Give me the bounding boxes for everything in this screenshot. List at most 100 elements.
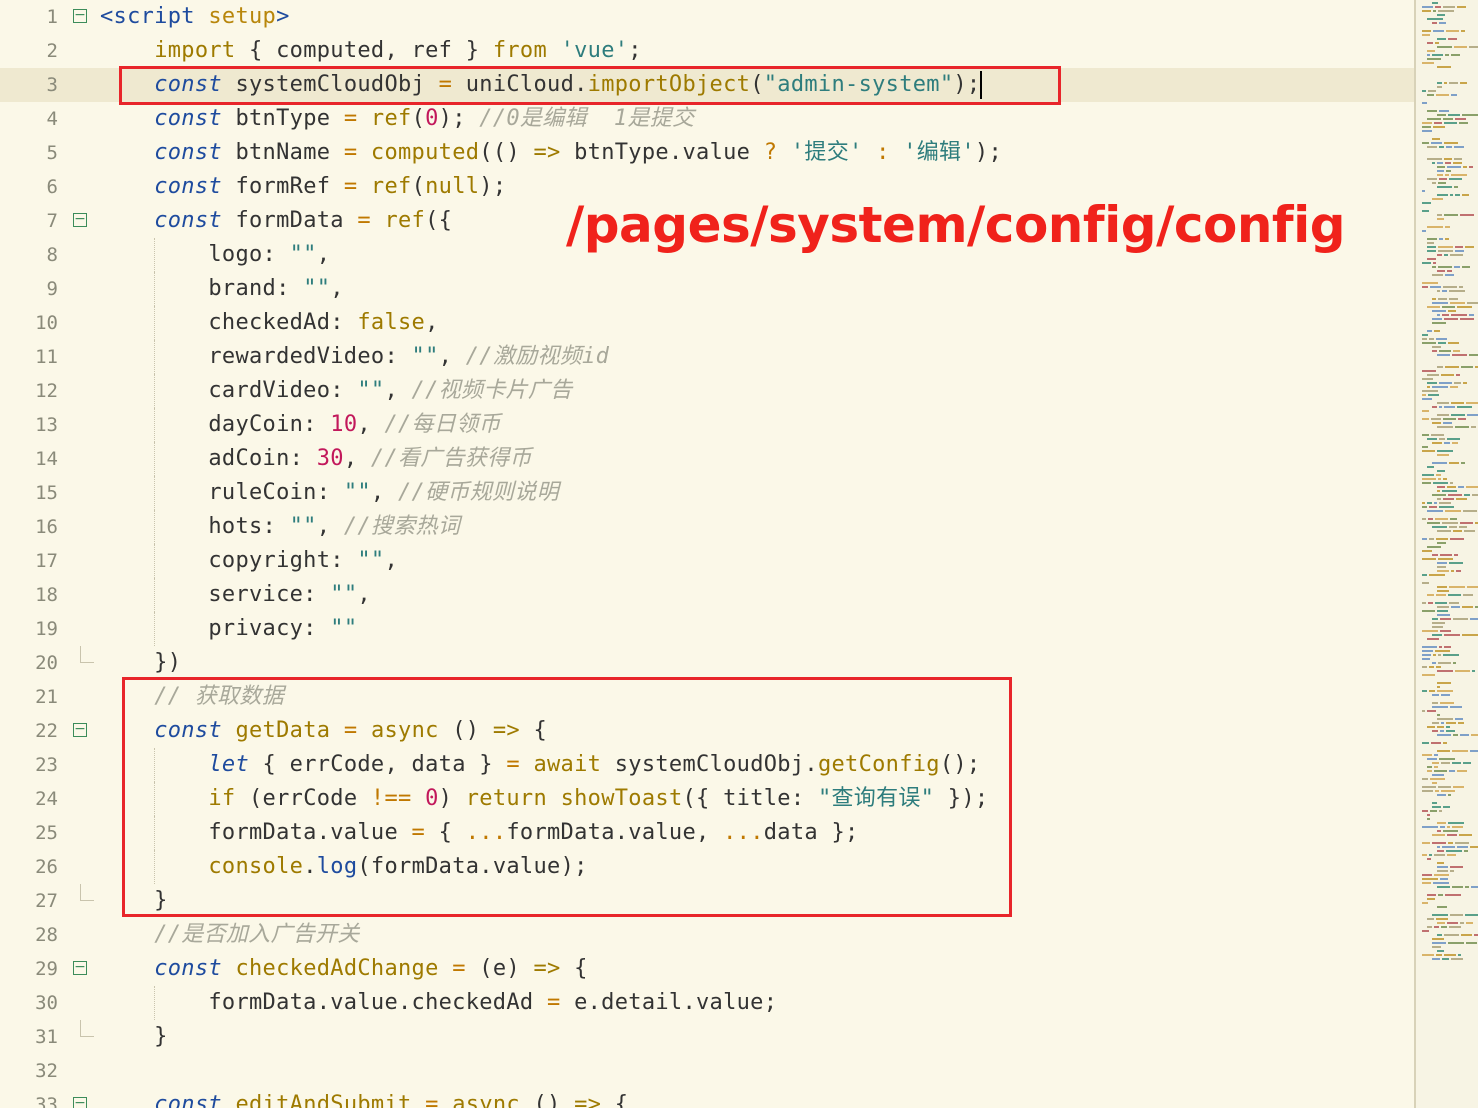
code-line[interactable]: 32 <box>0 1054 1414 1088</box>
code-text[interactable]: import { computed, ref } from 'vue'; <box>100 34 642 68</box>
code-line[interactable]: 33 − const editAndSubmit = async () => { <box>0 1088 1414 1108</box>
code-line[interactable]: 11 rewardedVideo: "", //激励视频id <box>0 340 1414 374</box>
minimap-line <box>1428 90 1436 92</box>
fold-toggle-icon[interactable]: − <box>73 1096 87 1108</box>
code-line[interactable]: 20 }) <box>0 646 1414 680</box>
minimap-line <box>1427 382 1437 384</box>
code-token: = <box>343 174 358 199</box>
code-line[interactable]: 19 privacy: "" <box>0 612 1414 646</box>
code-line[interactable]: 29− const checkedAdChange = (e) => { <box>0 952 1414 986</box>
code-text[interactable]: const btnType = ref(0); //0是编辑 1是提交 <box>100 102 694 136</box>
code-line[interactable]: 30 formData.value.checkedAd = e.detail.v… <box>0 986 1414 1020</box>
code-line[interactable]: 31 } <box>0 1020 1414 1054</box>
minimap-line <box>1474 934 1478 936</box>
code-text[interactable]: ruleCoin: "", //硬币规则说明 <box>100 476 559 510</box>
minimap-line <box>1437 194 1448 196</box>
minimap-line <box>1465 914 1478 916</box>
code-text[interactable]: const formRef = ref(null); <box>100 170 506 204</box>
fold-toggle-icon[interactable]: − <box>73 212 87 227</box>
minimap-line <box>1464 530 1475 532</box>
minimap-line <box>1422 710 1425 712</box>
code-line[interactable]: 16 hots: "", //搜索热词 <box>0 510 1414 544</box>
code-text[interactable]: dayCoin: 10, //每日领币 <box>100 408 501 442</box>
code-line[interactable]: 13 dayCoin: 10, //每日领币 <box>0 408 1414 442</box>
code-token: () <box>519 1092 575 1108</box>
code-text[interactable]: cardVideo: "", //视频卡片广告 <box>100 374 572 408</box>
code-text[interactable]: const btnName = computed(() => btnType.v… <box>100 136 1002 170</box>
minimap-line <box>1434 854 1445 856</box>
minimap-line <box>1445 238 1449 240</box>
minimap-line <box>1437 726 1444 728</box>
code-line[interactable]: 5 const btnName = computed(() => btnType… <box>0 136 1414 170</box>
minimap-line <box>1463 166 1467 168</box>
minimap-line <box>1427 770 1432 772</box>
code-line[interactable]: 12 cardVideo: "", //视频卡片广告 <box>0 374 1414 408</box>
fold-toggle-icon[interactable]: − <box>73 960 87 975</box>
code-text[interactable]: adCoin: 30, //看广告获得币 <box>100 442 532 476</box>
minimap-line <box>1459 122 1468 124</box>
code-text[interactable]: service: "", <box>100 578 371 612</box>
minimap-line <box>1445 510 1461 512</box>
minimap-line <box>1437 46 1452 48</box>
code-token: computed <box>370 140 480 165</box>
code-line[interactable]: 18 service: "", <box>0 578 1414 612</box>
minimap-line <box>1432 706 1448 708</box>
code-text[interactable]: const checkedAdChange = (e) => { <box>100 952 588 986</box>
minimap-line <box>1444 646 1451 648</box>
minimap-line <box>1438 182 1446 184</box>
minimap-line <box>1451 570 1454 572</box>
code-text[interactable]: <script setup> <box>100 0 290 34</box>
minimap[interactable] <box>1414 0 1478 1108</box>
minimap-line <box>1441 790 1455 792</box>
code-line[interactable]: 10 checkedAd: false, <box>0 306 1414 340</box>
code-line[interactable]: 14 adCoin: 30, //看广告获得币 <box>0 442 1414 476</box>
code-line[interactable]: 9 brand: "", <box>0 272 1414 306</box>
minimap-line <box>1448 114 1460 116</box>
minimap-line <box>1448 794 1451 796</box>
minimap-line <box>1436 338 1447 340</box>
minimap-line <box>1450 914 1463 916</box>
minimap-line <box>1438 558 1453 560</box>
minimap-line <box>1446 726 1450 728</box>
code-text[interactable]: logo: "", <box>100 238 330 272</box>
code-text[interactable]: brand: "", <box>100 272 344 306</box>
minimap-line <box>1422 130 1432 132</box>
minimap-line <box>1422 786 1436 788</box>
code-text[interactable]: }) <box>100 646 181 680</box>
minimap-line <box>1447 438 1460 440</box>
minimap-line <box>1442 522 1458 524</box>
minimap-line <box>1445 226 1450 228</box>
code-text[interactable]: formData.value.checkedAd = e.detail.valu… <box>100 986 777 1020</box>
fold-toggle-icon[interactable]: − <box>73 8 87 23</box>
code-text[interactable]: rewardedVideo: "", //激励视频id <box>100 340 609 374</box>
code-text[interactable]: copyright: "", <box>100 544 398 578</box>
minimap-line <box>1432 946 1441 948</box>
minimap-line <box>1437 542 1446 544</box>
code-token: => <box>574 1092 602 1108</box>
code-line[interactable]: 4 const btnType = ref(0); //0是编辑 1是提交 <box>0 102 1414 136</box>
code-text[interactable]: const formData = ref({ <box>100 204 452 238</box>
minimap-line <box>1452 826 1463 828</box>
code-line[interactable]: 17 copyright: "", <box>0 544 1414 578</box>
minimap-line <box>1434 926 1439 928</box>
code-line[interactable]: 15 ruleCoin: "", //硬币规则说明 <box>0 476 1414 510</box>
code-token: dayCoin: <box>100 412 331 437</box>
code-line[interactable]: 28 //是否加入广告开关 <box>0 918 1414 952</box>
code-line[interactable]: 2 import { computed, ref } from 'vue'; <box>0 34 1414 68</box>
code-text[interactable]: hots: "", //搜索热词 <box>100 510 460 544</box>
code-token: <script <box>100 4 195 29</box>
code-text[interactable]: privacy: "" <box>100 612 357 646</box>
code-text[interactable]: //是否加入广告开关 <box>100 918 360 952</box>
code-line[interactable]: 1− <script setup> <box>0 0 1414 34</box>
fold-toggle-icon[interactable]: − <box>73 722 87 737</box>
code-text[interactable]: const editAndSubmit = async () => { <box>100 1088 628 1108</box>
code-text[interactable]: checkedAd: false, <box>100 306 439 340</box>
code-text[interactable]: } <box>100 1020 168 1054</box>
minimap-line <box>1455 670 1470 672</box>
minimap-line <box>1449 178 1462 180</box>
minimap-line <box>1422 410 1429 412</box>
code-editor[interactable]: 1− <script setup> 2 import { computed, ref… <box>0 0 1414 1108</box>
